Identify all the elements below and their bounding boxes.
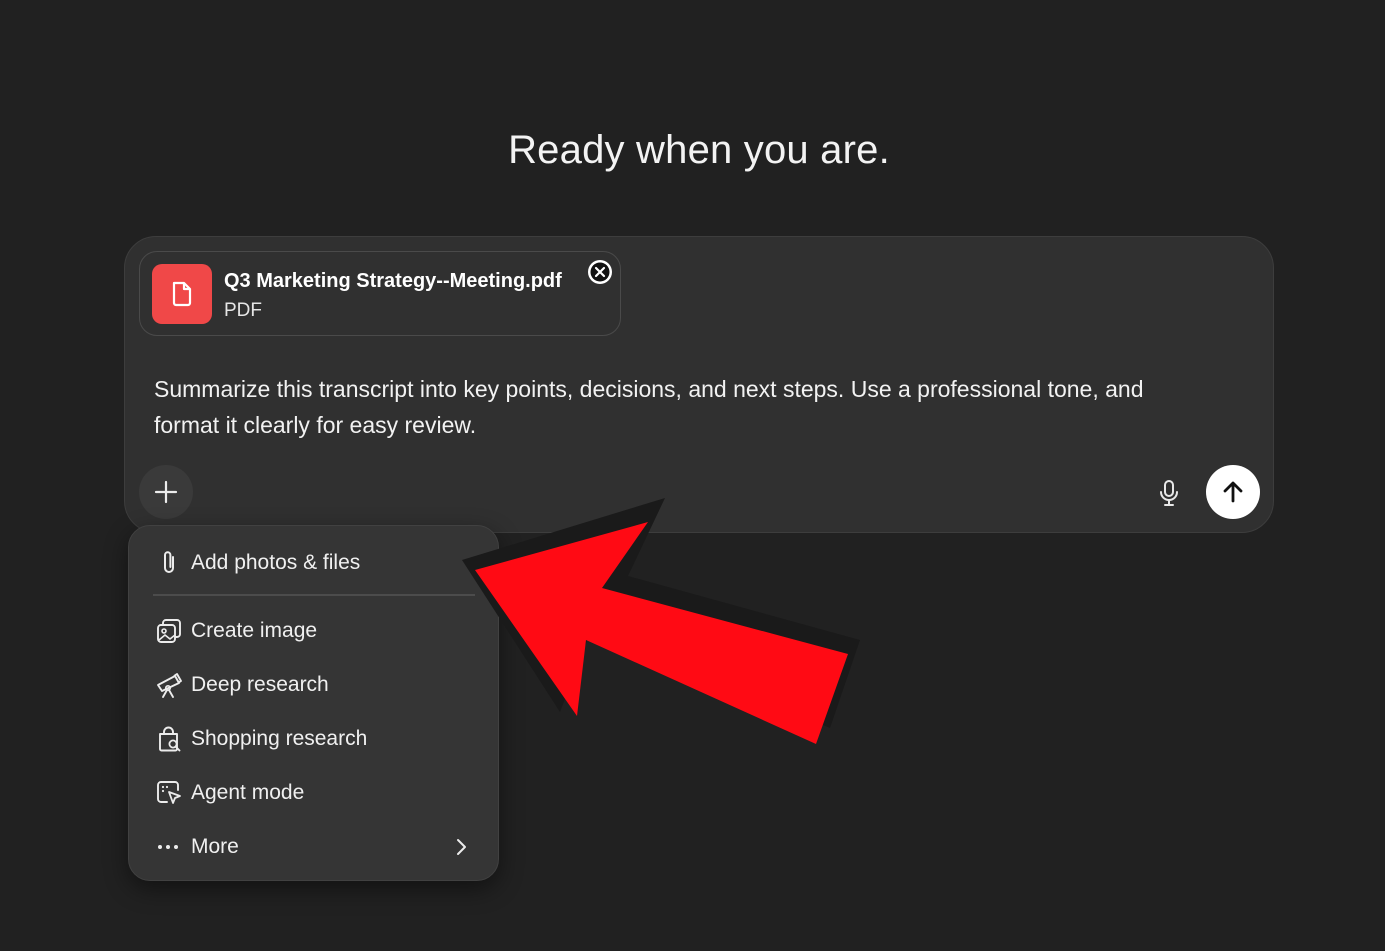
document-icon [152, 264, 212, 324]
attachment-chip[interactable]: Q3 Marketing Strategy--Meeting.pdf PDF [139, 251, 621, 336]
arrow-up-icon [1223, 481, 1243, 503]
menu-item-add-photos-files[interactable]: Add photos & files [143, 540, 487, 586]
menu-item-create-image[interactable]: Create image [143, 608, 487, 654]
chevron-right-icon [449, 834, 473, 860]
menu-divider [153, 594, 475, 596]
send-button[interactable] [1206, 465, 1260, 519]
telescope-icon [151, 667, 187, 703]
paperclip-icon [151, 545, 187, 581]
menu-item-label: Add photos & files [191, 551, 361, 574]
prompt-input[interactable]: Summarize this transcript into key point… [154, 371, 1214, 443]
plus-icon [154, 480, 178, 504]
menu-item-more[interactable]: More [143, 824, 487, 870]
close-icon [589, 261, 611, 283]
menu-item-label: Deep research [191, 673, 329, 696]
attachment-menu: Add photos & files Create image Deep res… [128, 525, 499, 881]
menu-item-label: Shopping research [191, 727, 368, 750]
image-icon [151, 613, 187, 649]
menu-item-deep-research[interactable]: Deep research [143, 662, 487, 708]
attachment-file-type: PDF [224, 300, 262, 321]
menu-item-label: Agent mode [191, 781, 305, 804]
microphone-icon [1160, 480, 1178, 506]
menu-item-label: More [191, 835, 239, 858]
menu-item-shopping-research[interactable]: Shopping research [143, 716, 487, 762]
prompt-composer: Q3 Marketing Strategy--Meeting.pdf PDF S… [124, 236, 1274, 533]
remove-attachment-button[interactable] [588, 260, 612, 284]
chat-home-page: Ready when you are. Q3 Marketing Strateg… [0, 0, 1385, 951]
voice-input-button[interactable] [1151, 475, 1187, 511]
page-headline: Ready when you are. [508, 128, 890, 172]
menu-item-agent-mode[interactable]: Agent mode [143, 770, 487, 816]
add-attachment-button[interactable] [139, 465, 193, 519]
shopping-bag-icon [151, 721, 187, 757]
ellipsis-icon [151, 829, 187, 865]
attachment-file-name: Q3 Marketing Strategy--Meeting.pdf [224, 270, 562, 292]
agent-cursor-icon [151, 775, 187, 811]
menu-item-label: Create image [191, 619, 318, 642]
